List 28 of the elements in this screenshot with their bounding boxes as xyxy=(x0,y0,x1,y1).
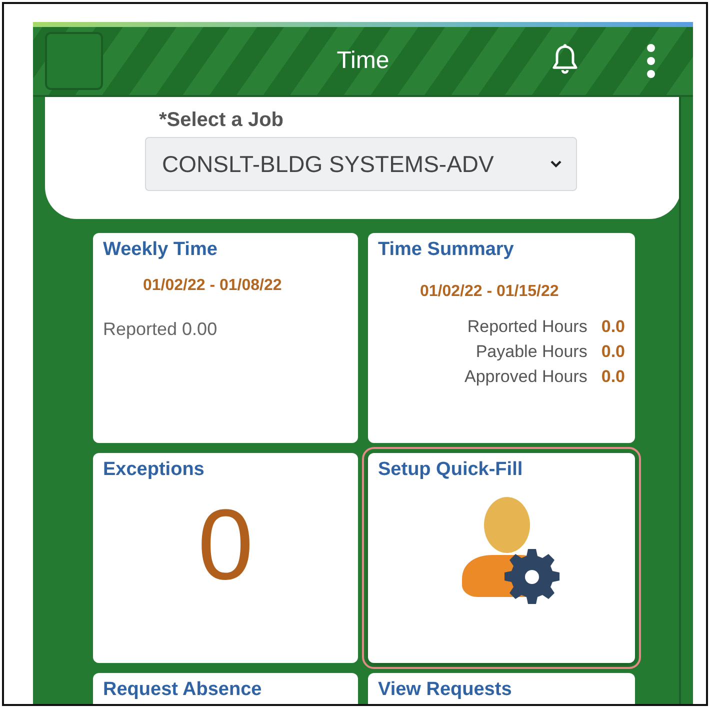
tile[interactable]: View Requests xyxy=(368,673,635,704)
job-label: *Select a Job xyxy=(159,109,285,132)
date-range: 01/02/22 - 01/15/22 xyxy=(420,283,560,301)
notification-bell-icon[interactable] xyxy=(550,43,580,75)
tile[interactable]: Time Summary 01/02/22 - 01/15/22 Reported Hours 0.0 Payable Hours 0.0 Approved Hours 0.0 xyxy=(368,233,635,443)
more-menu-icon[interactable] xyxy=(646,44,656,78)
hours-value: 0.0 xyxy=(601,367,625,387)
tile[interactable]: Request Absence xyxy=(93,673,358,704)
hours-label: Payable Hours xyxy=(476,342,588,362)
hours-value: 0.0 xyxy=(601,317,625,337)
tile[interactable]: Setup Quick-Fill xyxy=(368,453,635,663)
tile-title: Exceptions xyxy=(103,459,206,481)
reported-text: Reported 0.00 xyxy=(103,319,218,340)
tile[interactable]: Exceptions 0 xyxy=(93,453,358,663)
tile-title: Request Absence xyxy=(103,679,263,701)
tile-title: View Requests xyxy=(378,679,513,701)
tile-title: Weekly Time xyxy=(103,239,218,261)
chevron-down-icon xyxy=(550,160,562,168)
tile-title: Setup Quick-Fill xyxy=(378,459,524,481)
tile-title: Time Summary xyxy=(378,239,515,261)
tile[interactable]: Weekly Time 01/02/22 - 01/08/22 Reported 0.00 xyxy=(93,233,358,443)
hours-label: Reported Hours xyxy=(467,317,588,337)
job-dropdown[interactable]: CONSLT-BLDG SYSTEMS-ADV xyxy=(145,137,577,191)
page-title: Time xyxy=(336,47,390,75)
hours-label: Approved Hours xyxy=(464,367,588,387)
exception-count: 0 xyxy=(198,495,254,595)
hours-value: 0.0 xyxy=(601,342,625,362)
date-range: 01/02/22 - 01/08/22 xyxy=(143,277,283,295)
